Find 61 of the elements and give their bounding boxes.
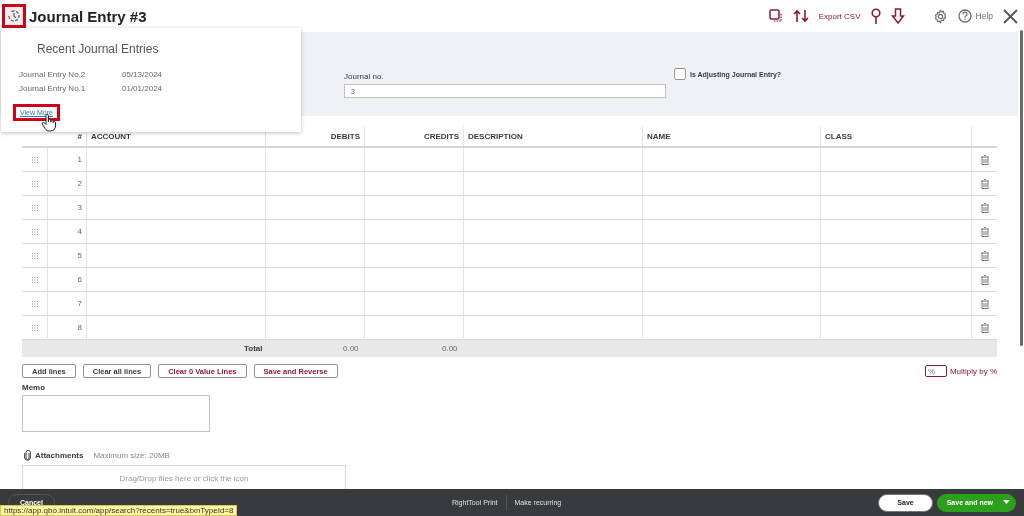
trash-icon[interactable]	[980, 202, 989, 213]
total-debits: 0.00	[343, 344, 359, 353]
history-button[interactable]	[2, 4, 26, 28]
copy-icon[interactable]	[768, 9, 783, 23]
memo-field[interactable]	[22, 395, 210, 432]
trash-icon[interactable]	[980, 154, 989, 165]
column-header: CREDITS	[364, 126, 463, 146]
line-number: 4	[77, 227, 82, 236]
percent-field[interactable]: %	[924, 365, 947, 377]
column-header: DESCRIPTION	[463, 126, 642, 146]
line-number: 1	[77, 155, 82, 164]
drag-handle-icon[interactable]	[31, 324, 38, 331]
drag-handle-icon[interactable]	[31, 180, 38, 187]
line-number: 2	[77, 179, 82, 188]
column-header: NAME	[642, 126, 820, 146]
line-number: 3	[77, 203, 82, 212]
sort-arrows-icon[interactable]	[792, 9, 809, 23]
entry-date: 01/01/2024	[122, 83, 163, 93]
help-button[interactable]: Help	[957, 9, 993, 23]
clock-icon	[6, 8, 22, 24]
trash-icon[interactable]	[980, 226, 989, 237]
line-number: 5	[77, 251, 82, 260]
trash-icon[interactable]	[980, 250, 989, 261]
column-header: CLASS	[820, 126, 971, 146]
multiply-label: Multiply by %	[949, 366, 997, 376]
total-label: Total	[244, 344, 263, 353]
max-size-note: Maximum size: 20MB	[93, 451, 170, 460]
memo-label: Memo	[22, 383, 47, 392]
caret-icon[interactable]	[1003, 500, 1010, 505]
line-number: 8	[77, 323, 82, 332]
adjusting-checkbox[interactable]	[674, 68, 686, 80]
drag-handle-icon[interactable]	[31, 156, 38, 163]
popup-title: Recent Journal Entries	[37, 42, 160, 56]
drag-handle-icon[interactable]	[31, 276, 38, 283]
line-number: 7	[77, 299, 82, 308]
journal-no-label: Journal no.	[344, 72, 385, 81]
paperclip-icon	[24, 450, 31, 461]
recent-entry-link[interactable]: Journal Entry No.2	[19, 69, 122, 79]
entry-date: 05/13/2024	[122, 69, 163, 79]
recent-entry-link[interactable]: Journal Entry No.1	[19, 83, 122, 93]
trash-icon[interactable]	[980, 322, 989, 333]
trash-icon[interactable]	[980, 298, 989, 309]
drag-handle-icon[interactable]	[31, 228, 38, 235]
page-title: Journal Entry #3	[29, 7, 147, 25]
drag-handle-icon[interactable]	[31, 204, 38, 211]
trash-icon[interactable]	[980, 274, 989, 285]
help-icon	[957, 9, 972, 23]
column-header: #	[76, 130, 83, 143]
trash-icon[interactable]	[980, 178, 989, 189]
export-csv-button[interactable]: Export CSV	[818, 11, 861, 21]
drag-handle-icon[interactable]	[31, 300, 38, 307]
drag-handle-icon[interactable]	[31, 252, 38, 259]
line-number: 6	[77, 275, 82, 284]
pin-icon[interactable]	[870, 8, 881, 24]
total-credits: 0.00	[442, 344, 458, 353]
attachments-label: Attachments	[35, 451, 84, 460]
url-tooltip: https://app.qbo.intuit.com/app/search?recents=true&txnTypeId=8	[0, 505, 238, 516]
down-arrow-icon[interactable]	[890, 8, 905, 24]
scrollbar[interactable]	[1020, 30, 1023, 346]
settings-icon[interactable]	[932, 8, 948, 24]
close-icon[interactable]	[1003, 8, 1018, 24]
